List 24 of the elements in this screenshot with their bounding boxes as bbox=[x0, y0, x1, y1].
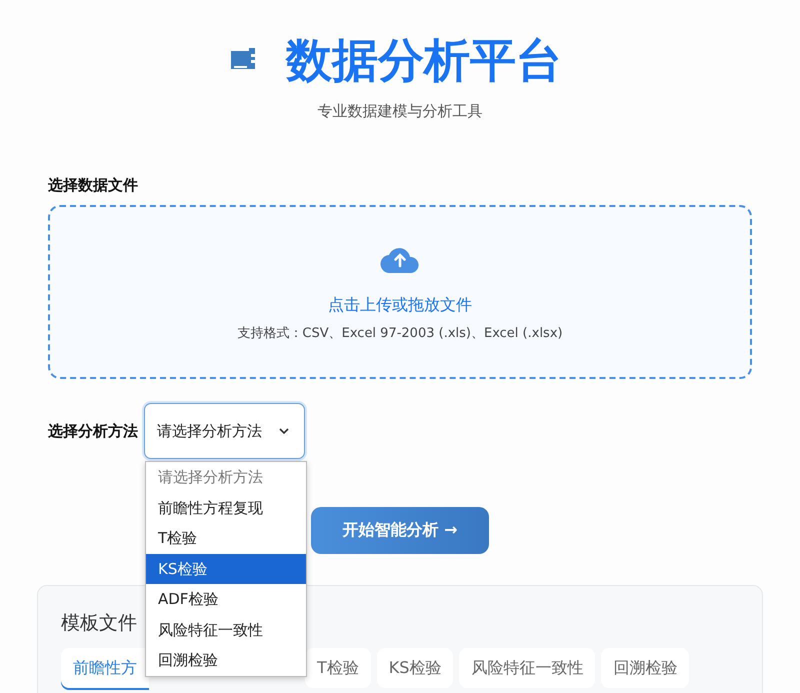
supported-formats: 支持格式：CSV、Excel 97-2003 (.xls)、Excel (.xlsx) bbox=[237, 325, 563, 342]
start-analysis-button[interactable]: 开始智能分析 → bbox=[311, 507, 489, 554]
file-label: 选择数据文件 bbox=[48, 176, 139, 195]
method-label: 选择分析方法 bbox=[48, 422, 138, 440]
app-subtitle: 专业数据建模与分析工具 bbox=[316, 102, 484, 121]
dropdown-option[interactable]: ADF检验 bbox=[146, 584, 306, 614]
dropdown-option[interactable]: 请选择分析方法 bbox=[146, 462, 306, 492]
chevron-down-icon bbox=[278, 427, 290, 435]
upload-prompt: 点击上传或拖放文件 bbox=[328, 295, 472, 316]
template-tab[interactable]: T检验 bbox=[305, 648, 371, 688]
app-title: 数据分析平台 bbox=[286, 32, 562, 89]
template-tab[interactable]: 前瞻性方 bbox=[61, 648, 149, 688]
cloud-upload-icon bbox=[380, 245, 420, 273]
template-tab[interactable]: KS检验 bbox=[376, 648, 454, 688]
dropdown-option[interactable]: 回溯检验 bbox=[146, 645, 306, 676]
method-select[interactable]: 请选择分析方法 bbox=[144, 403, 305, 459]
dropdown-option[interactable]: T检验 bbox=[146, 523, 306, 554]
dropdown-option[interactable]: 前瞻性方程复现 bbox=[146, 492, 306, 523]
dropdown-option[interactable]: KS检验 bbox=[146, 554, 306, 584]
template-tab[interactable]: 风险特征一致性 bbox=[459, 648, 596, 688]
upload-dropzone[interactable]: 点击上传或拖放文件 支持格式：CSV、Excel 97-2003 (.xls)、Excel (.xlsx) bbox=[48, 205, 752, 379]
dropdown-option[interactable]: 风险特征一致性 bbox=[146, 614, 306, 645]
template-tab[interactable]: 回溯检验 bbox=[601, 648, 690, 688]
templates-title: 模板文件 bbox=[61, 611, 137, 636]
